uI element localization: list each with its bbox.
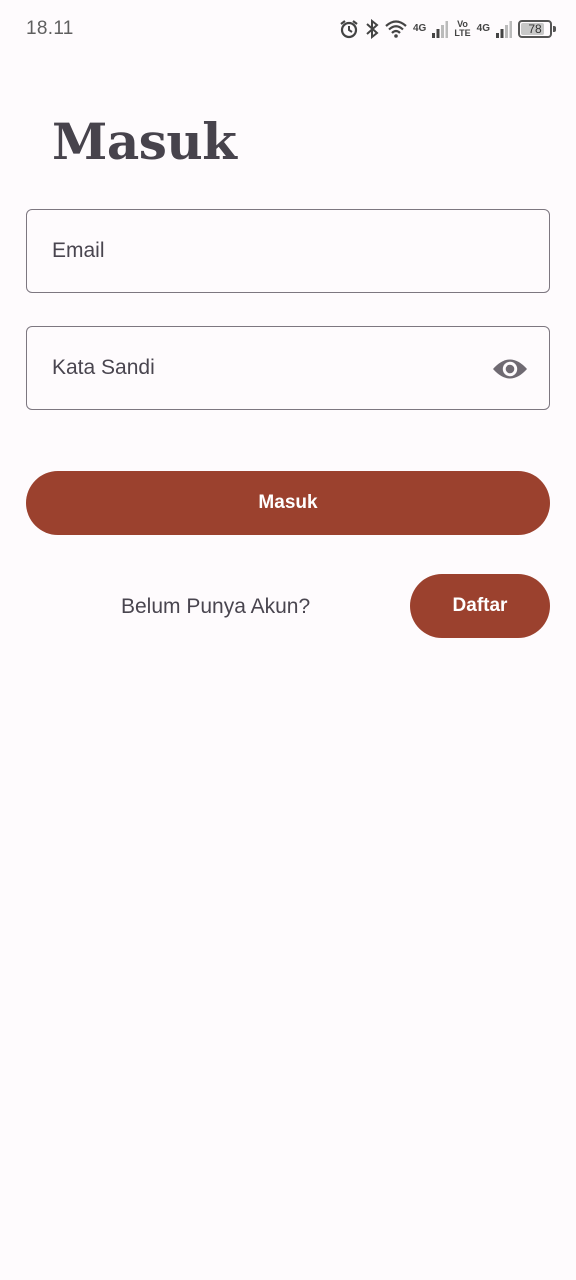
volte-indicator: Vo LTE <box>454 20 470 38</box>
page-title: Masuk <box>52 112 237 171</box>
status-icons: 4G Vo LTE 4G 78 <box>339 16 556 42</box>
wifi-icon <box>385 20 407 38</box>
status-bar: 18.11 4G Vo LTE 4G 78 <box>0 0 576 58</box>
register-prompt: Belum Punya Akun? <box>121 595 311 618</box>
alarm-icon <box>339 19 359 39</box>
status-time: 18.11 <box>26 18 74 39</box>
email-input[interactable] <box>27 210 467 292</box>
register-button[interactable]: Daftar <box>410 574 550 638</box>
password-field[interactable] <box>26 326 550 410</box>
battery-icon: 78 <box>518 20 556 38</box>
volte-bottom: LTE <box>454 28 471 38</box>
password-input[interactable] <box>27 327 467 409</box>
email-field[interactable] <box>26 209 550 293</box>
login-button[interactable]: Masuk <box>26 471 550 535</box>
battery-level: 78 <box>528 22 542 36</box>
network-type-2: 4G <box>476 23 490 34</box>
show-password-icon[interactable] <box>491 351 529 387</box>
bluetooth-icon <box>365 19 379 39</box>
signal-icon <box>496 20 512 38</box>
network-type-1: 4G <box>412 23 427 34</box>
signal-icon <box>432 20 449 38</box>
